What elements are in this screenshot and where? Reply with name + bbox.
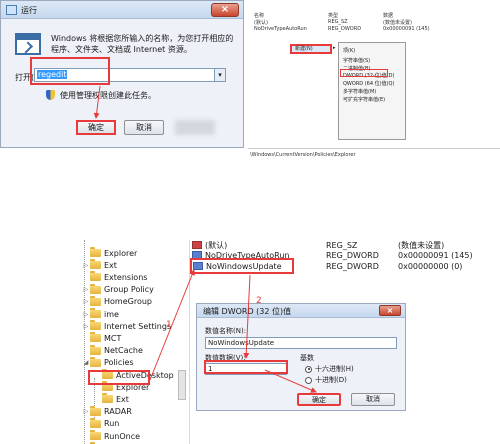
step-two-label: 2: [256, 296, 262, 306]
annotation-arrows: [93, 85, 317, 393]
step-one-label: 1: [166, 320, 172, 330]
